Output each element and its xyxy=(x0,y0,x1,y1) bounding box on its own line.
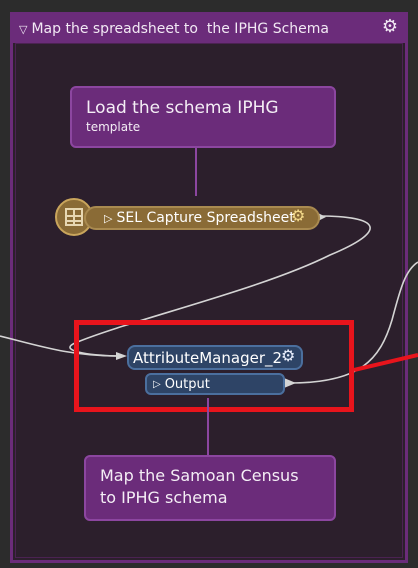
annotation-line: to IPHG schema xyxy=(100,488,228,507)
gear-icon[interactable]: ⚙ xyxy=(291,208,305,224)
annotation-connector xyxy=(207,398,209,455)
annotation-map-census[interactable]: Map the Samoan Census to IPHG schema xyxy=(84,455,336,521)
annotation-line: template xyxy=(86,120,141,134)
expand-icon[interactable]: ▷ xyxy=(104,212,112,225)
highlight-arrow xyxy=(353,353,418,372)
annotation-line: Map the Samoan Census xyxy=(100,466,299,485)
reader-feature-type[interactable]: ▷ SEL Capture Spreadsheet xyxy=(84,206,320,230)
annotation-connector xyxy=(195,148,197,196)
annotation-load-schema[interactable]: Load the schema IPHG template xyxy=(70,86,336,148)
reader-label: SEL Capture Spreadsheet xyxy=(116,210,295,226)
annotation-line: Load the schema IPHG xyxy=(86,98,279,118)
highlight-box xyxy=(74,320,354,412)
